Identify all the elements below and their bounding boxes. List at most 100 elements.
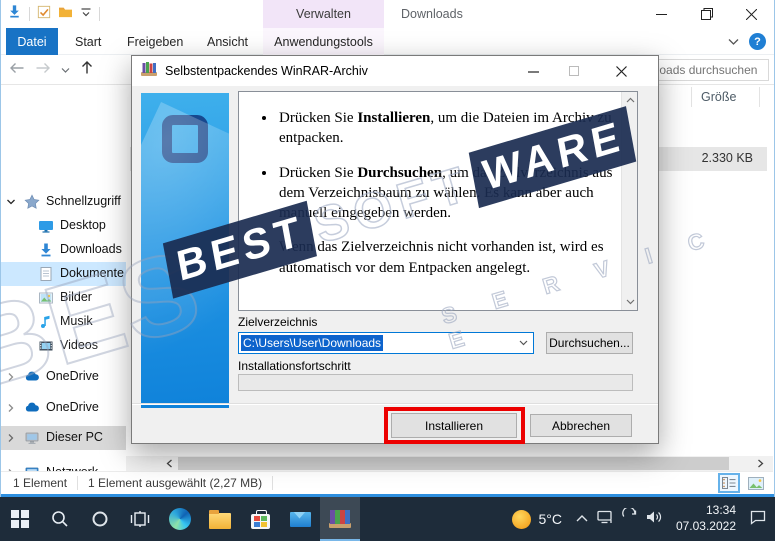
sidebar-item-schnellzugriff[interactable]: Schnellzugriff bbox=[1, 190, 126, 214]
task-view-button[interactable] bbox=[120, 497, 160, 541]
quick-access-star-icon bbox=[24, 194, 40, 213]
browse-button[interactable]: Durchsuchen... bbox=[546, 332, 633, 354]
onedrive-cloud-icon bbox=[24, 369, 40, 388]
minimize-button[interactable] bbox=[639, 0, 684, 28]
sidebar-item-musik[interactable]: Musik bbox=[1, 310, 126, 334]
cortana-button[interactable] bbox=[80, 497, 120, 541]
new-folder-icon[interactable] bbox=[58, 5, 73, 23]
sidebar-item-label: Bilder bbox=[60, 290, 92, 304]
sidebar-item-label: Schnellzugriff bbox=[46, 194, 121, 208]
network-tray-icon[interactable] bbox=[596, 509, 614, 530]
sync-tray-icon[interactable] bbox=[621, 508, 638, 530]
sidebar-item-label: Dokumente bbox=[60, 266, 124, 280]
volume-icon[interactable] bbox=[645, 509, 663, 530]
instruction-item: Drücken Sie Durchsuchen, um das Zielverz… bbox=[277, 163, 614, 224]
music-icon bbox=[38, 314, 54, 333]
up-icon[interactable] bbox=[80, 60, 94, 80]
back-icon[interactable] bbox=[9, 61, 25, 80]
quick-access-toolbar bbox=[7, 3, 100, 25]
scroll-left-icon[interactable] bbox=[162, 457, 176, 470]
sfx-branding-panel bbox=[141, 93, 229, 408]
forward-icon[interactable] bbox=[35, 61, 51, 80]
help-icon[interactable]: ? bbox=[749, 33, 766, 50]
microsoft-store-icon bbox=[251, 514, 270, 529]
progress-label: Installationsfortschritt bbox=[238, 359, 351, 373]
contextual-tab-header: Verwalten bbox=[263, 0, 384, 28]
status-separator bbox=[272, 476, 273, 490]
sidebar-item-onedrive-1[interactable]: OneDrive bbox=[1, 365, 126, 389]
column-header-groesse[interactable]: Größe bbox=[701, 90, 759, 104]
weather-sun-icon[interactable] bbox=[512, 510, 531, 529]
sidebar-item-label: Musik bbox=[60, 314, 93, 328]
restore-button[interactable] bbox=[684, 0, 729, 28]
tab-freigeben[interactable]: Freigeben bbox=[113, 28, 197, 55]
column-separator bbox=[691, 87, 692, 107]
chevron-right-icon[interactable] bbox=[6, 371, 16, 385]
tab-ansicht[interactable]: Ansicht bbox=[193, 28, 262, 55]
close-button[interactable] bbox=[729, 0, 774, 28]
navigation-sidebar: Schnellzugriff Desktop Downloads Dokumen… bbox=[1, 85, 126, 456]
window-title: Downloads bbox=[401, 0, 463, 28]
chevron-down-icon[interactable] bbox=[6, 196, 16, 210]
sidebar-item-label: OneDrive bbox=[46, 369, 99, 383]
taskbar-search-button[interactable] bbox=[40, 497, 80, 541]
instructions-text: Drücken Sie Installieren, um die Dateien… bbox=[239, 92, 620, 310]
scrollbar-thumb[interactable] bbox=[178, 457, 729, 470]
desktop-icon bbox=[38, 218, 54, 237]
red-highlight-annotation bbox=[384, 407, 525, 444]
scroll-up-icon[interactable] bbox=[622, 92, 638, 108]
action-center-icon[interactable] bbox=[749, 509, 767, 530]
details-view-button[interactable] bbox=[718, 473, 740, 493]
window-icon-downloads bbox=[7, 4, 22, 24]
dialog-minimize-button[interactable] bbox=[518, 57, 548, 85]
file-explorer-button[interactable] bbox=[200, 497, 240, 541]
recent-locations-icon[interactable] bbox=[61, 61, 70, 79]
qat-customize-icon[interactable] bbox=[80, 5, 92, 23]
sidebar-item-label: Downloads bbox=[60, 242, 122, 256]
column-separator bbox=[759, 87, 760, 107]
cancel-button[interactable]: Abbrechen bbox=[530, 414, 632, 437]
combo-dropdown-icon[interactable] bbox=[515, 335, 531, 351]
properties-check-icon[interactable] bbox=[37, 5, 51, 24]
dialog-close-button[interactable] bbox=[606, 57, 636, 85]
sidebar-item-desktop[interactable]: Desktop bbox=[1, 214, 126, 238]
dialog-scrollbar[interactable] bbox=[621, 92, 637, 310]
sidebar-item-dieser-pc[interactable]: Dieser PC bbox=[1, 426, 126, 450]
start-button[interactable] bbox=[0, 497, 40, 541]
sidebar-item-onedrive-2[interactable]: OneDrive bbox=[1, 396, 126, 420]
tab-anwendungstools[interactable]: Anwendungstools bbox=[263, 28, 384, 55]
edge-button[interactable] bbox=[160, 497, 200, 541]
horizontal-scrollbar[interactable] bbox=[126, 456, 773, 471]
winrar-books-icon bbox=[140, 61, 158, 82]
thumbnail-view-button[interactable] bbox=[745, 473, 767, 493]
sidebar-item-label: Desktop bbox=[60, 218, 106, 232]
sidebar-item-bilder[interactable]: Bilder bbox=[1, 286, 126, 310]
winrar-icon bbox=[329, 509, 351, 528]
microsoft-store-button[interactable] bbox=[240, 497, 280, 541]
onedrive-cloud-icon bbox=[24, 400, 40, 419]
scroll-down-icon[interactable] bbox=[622, 294, 638, 310]
mail-button[interactable] bbox=[280, 497, 320, 541]
sidebar-item-dokumente[interactable]: Dokumente bbox=[1, 262, 126, 286]
tab-datei[interactable]: Datei bbox=[6, 28, 58, 55]
nav-arrows bbox=[9, 55, 94, 85]
sidebar-item-videos[interactable]: Videos bbox=[1, 334, 126, 358]
sidebar-item-downloads[interactable]: Downloads bbox=[1, 238, 126, 262]
destination-combobox[interactable]: C:\Users\User\Downloads bbox=[238, 332, 534, 354]
document-icon bbox=[38, 266, 54, 285]
chevron-right-icon[interactable] bbox=[6, 402, 16, 416]
scroll-right-icon[interactable] bbox=[753, 457, 767, 470]
tab-start[interactable]: Start bbox=[61, 28, 115, 55]
chevron-right-icon[interactable] bbox=[6, 432, 16, 446]
taskbar-clock[interactable]: 13:34 07.03.2022 bbox=[676, 503, 736, 534]
pictures-icon bbox=[38, 290, 54, 309]
file-size-value: 2.330 KB bbox=[702, 151, 753, 165]
winrar-taskbar-button[interactable] bbox=[320, 497, 360, 541]
destination-label: Zielverzeichnis bbox=[238, 315, 317, 329]
tray-chevron-up-icon[interactable] bbox=[575, 510, 589, 528]
weather-temperature[interactable]: 5°C bbox=[538, 511, 562, 527]
clock-date: 07.03.2022 bbox=[676, 519, 736, 535]
ribbon-right-controls: ? bbox=[728, 28, 766, 55]
this-pc-icon bbox=[24, 430, 40, 449]
expand-ribbon-icon[interactable] bbox=[728, 33, 739, 51]
